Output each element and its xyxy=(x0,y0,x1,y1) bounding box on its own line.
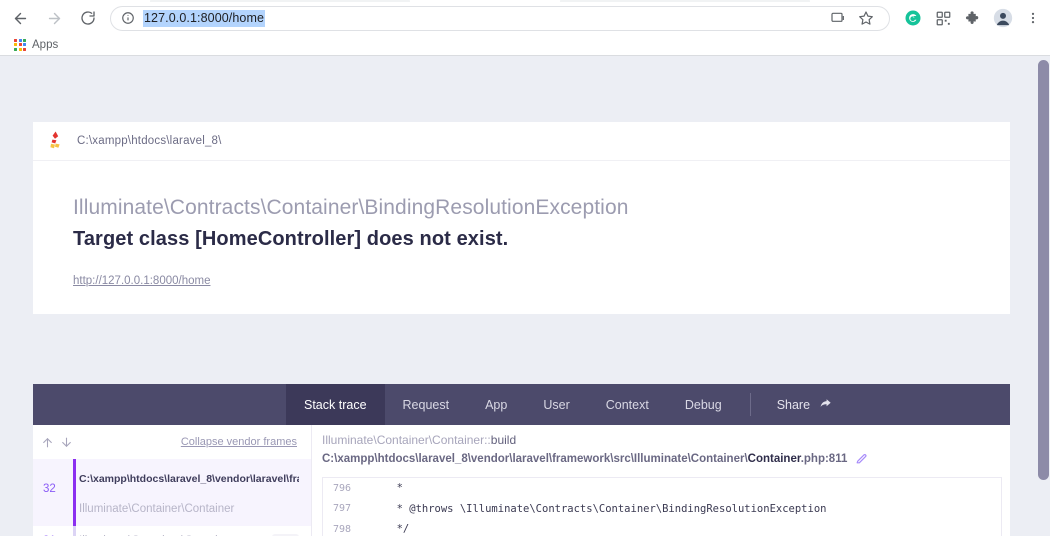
laravel-flare-flame-icon xyxy=(49,131,63,151)
code-line: 796 * xyxy=(323,478,1001,499)
puzzle-piece-icon[interactable] xyxy=(960,5,986,31)
scrollbar-thumb[interactable] xyxy=(1038,60,1049,480)
frame-class-row: Illuminate\Container\Container xyxy=(79,495,299,522)
code-line-number: 798 xyxy=(332,523,351,535)
avatar-icon[interactable] xyxy=(990,5,1016,31)
code-file-path-name: Container xyxy=(747,452,801,465)
address-bar-text[interactable]: 127.0.0.1:8000/home xyxy=(143,9,266,27)
three-dot-menu-icon[interactable] xyxy=(1020,5,1046,31)
table-row[interactable]: 32 C:\xampp\htdocs\laravel_8\vendor\lara… xyxy=(33,459,311,526)
page-viewport: C:\xampp\htdocs\laravel_8\ Illuminate\Co… xyxy=(0,56,1050,536)
extension-icons xyxy=(900,5,1050,31)
code-file-path-prefix: C:\xampp\htdocs\laravel_8\vendor\laravel… xyxy=(322,452,748,465)
tab-context[interactable]: Context xyxy=(588,384,667,425)
arrow-up-icon[interactable] xyxy=(41,436,54,449)
forward-arrow-icon xyxy=(46,10,63,27)
code-line: 797 * @throws \Illuminate\Contracts\Cont… xyxy=(323,499,1001,520)
share-button[interactable]: Share xyxy=(761,384,849,425)
request-url-link[interactable]: http://127.0.0.1:8000/home xyxy=(73,275,210,287)
exception-class-name: Illuminate\Contracts\Container\BindingRe… xyxy=(73,196,629,219)
grammarly-icon[interactable] xyxy=(900,5,926,31)
browser-chrome: 127.0.0.1:8000/home Apps xyxy=(0,0,1050,56)
frame-path-row: C:\xampp\htdocs\laravel_8\vendor\laravel… xyxy=(79,463,299,495)
project-path-text: C:\xampp\htdocs\laravel_8\ xyxy=(77,135,222,147)
forward-button[interactable] xyxy=(40,4,68,32)
code-file-path-suffix: .php:811 xyxy=(800,452,848,465)
code-panel: Illuminate\Container\Container::build C:… xyxy=(312,425,1010,536)
code-file-row: C:\xampp\htdocs\laravel_8\vendor\laravel… xyxy=(322,452,1010,465)
apps-grid-icon xyxy=(14,38,26,51)
qr-code-icon[interactable] xyxy=(930,5,956,31)
tab-request[interactable]: Request xyxy=(385,384,468,425)
browser-toolbar: 127.0.0.1:8000/home xyxy=(0,3,1050,33)
tab-app[interactable]: App xyxy=(467,384,525,425)
code-snippet: 796 * 797 * @throws \Illuminate\Contract… xyxy=(322,477,1002,536)
code-file-path: C:\xampp\htdocs\laravel_8\vendor\laravel… xyxy=(322,453,847,465)
error-summary-card: C:\xampp\htdocs\laravel_8\ Illuminate\Co… xyxy=(33,122,1010,314)
address-bar-actions xyxy=(825,5,879,31)
tab-user[interactable]: User xyxy=(525,384,587,425)
pencil-edit-icon[interactable] xyxy=(855,452,868,465)
bookmark-item-apps[interactable]: Apps xyxy=(6,36,66,54)
frame-function-signature: Illuminate\Container\Container::build xyxy=(322,433,1010,447)
share-arrow-icon xyxy=(819,396,833,413)
stack-trace-card: Stack trace Request App User Context Deb… xyxy=(33,384,1010,536)
frames-list: 32 C:\xampp\htdocs\laravel_8\vendor\lara… xyxy=(33,459,311,536)
vertical-scrollbar[interactable] xyxy=(1036,56,1050,536)
trace-body: Collapse vendor frames 32 C:\xampp\htdoc… xyxy=(33,425,1010,536)
function-name: build xyxy=(490,433,517,447)
frames-panel: Collapse vendor frames 32 C:\xampp\htdoc… xyxy=(33,425,312,536)
frames-header: Collapse vendor frames xyxy=(33,425,311,459)
code-line-number: 796 xyxy=(332,482,351,494)
code-line-text: */ xyxy=(365,523,410,536)
trace-tabbar: Stack trace Request App User Context Deb… xyxy=(33,384,1010,425)
frame-nav-buttons xyxy=(41,436,73,449)
bookmark-label: Apps xyxy=(32,38,59,51)
function-namespace: Illuminate\Container\Container:: xyxy=(322,433,491,447)
reload-icon xyxy=(80,10,96,26)
code-line-text: * xyxy=(365,482,403,495)
tab-stack-trace[interactable]: Stack trace xyxy=(286,384,385,425)
browser-tab-1[interactable] xyxy=(150,0,410,2)
share-label: Share xyxy=(776,397,811,412)
arrow-down-icon[interactable] xyxy=(60,436,73,449)
star-icon[interactable] xyxy=(853,5,879,31)
code-line-number: 797 xyxy=(332,503,351,515)
code-line-text: * @throws \Illuminate\Contracts\Containe… xyxy=(365,502,827,515)
address-bar[interactable]: 127.0.0.1:8000/home xyxy=(110,5,890,31)
tab-debug[interactable]: Debug xyxy=(667,384,740,425)
info-circle-icon[interactable] xyxy=(121,11,135,25)
project-path-row: C:\xampp\htdocs\laravel_8\ xyxy=(33,122,1010,161)
frame-number: 32 xyxy=(43,483,56,495)
reload-button[interactable] xyxy=(74,4,102,32)
back-arrow-icon xyxy=(12,10,29,27)
frame-file-path: C:\xampp\htdocs\laravel_8\vendor\laravel… xyxy=(79,473,299,485)
back-button[interactable] xyxy=(6,4,34,32)
collapse-vendor-frames-link[interactable]: Collapse vendor frames xyxy=(181,436,297,448)
code-line: 798 */ xyxy=(323,519,1001,536)
frame-indicator-bar xyxy=(73,459,76,526)
browser-tab-2[interactable] xyxy=(560,0,810,2)
frame-indicator-bar xyxy=(73,526,76,536)
bookmarks-bar: Apps xyxy=(0,33,1050,56)
tabbar-divider xyxy=(749,393,751,416)
exception-message: Target class [HomeController] does not e… xyxy=(73,228,509,250)
frame-class-name: Illuminate\Container\Container xyxy=(79,502,235,515)
cast-icon[interactable] xyxy=(825,5,851,31)
error-card-body: Illuminate\Contracts\Container\BindingRe… xyxy=(33,161,1010,289)
code-panel-header: Illuminate\Container\Container::build C:… xyxy=(312,425,1010,471)
table-row[interactable]: 31 Illuminate\Container\Container :691 xyxy=(33,526,311,536)
